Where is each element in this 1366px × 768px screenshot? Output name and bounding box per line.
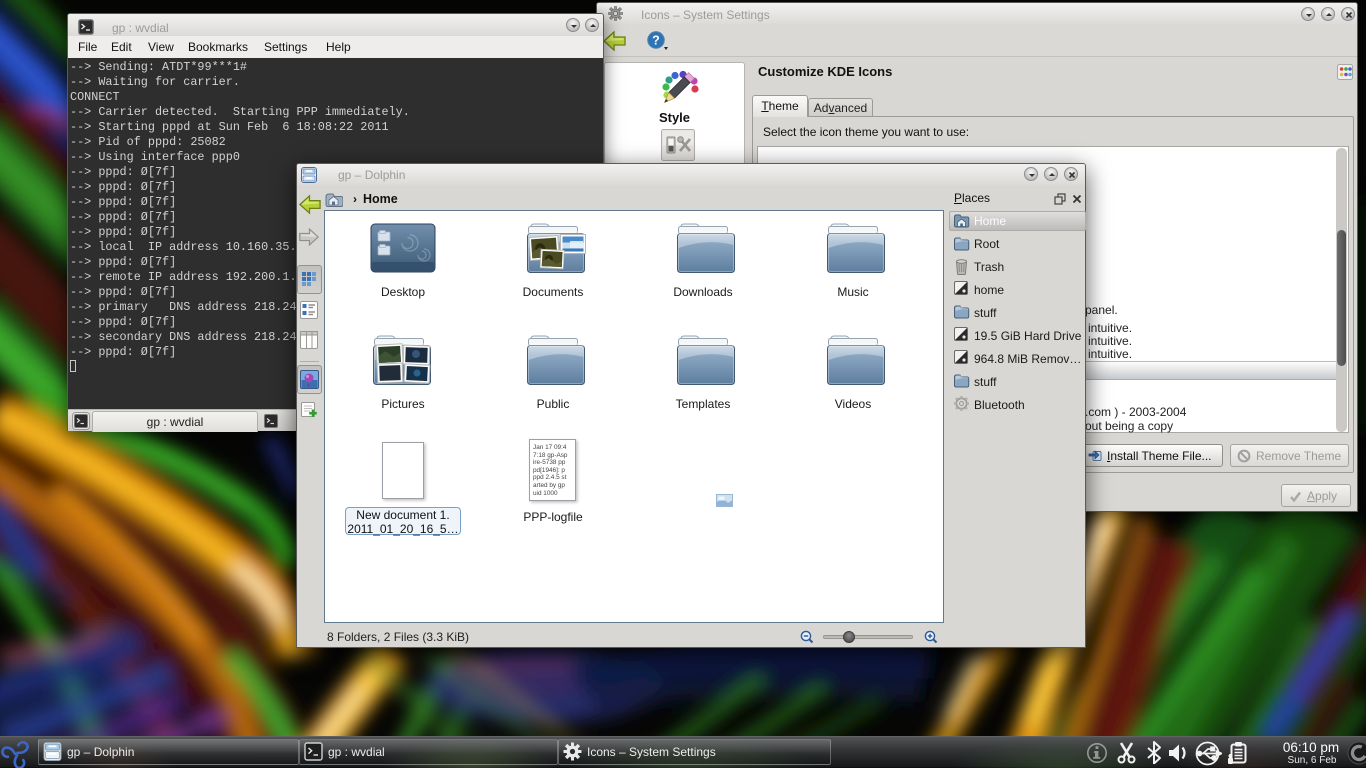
svg-text:?: ? xyxy=(652,34,660,48)
